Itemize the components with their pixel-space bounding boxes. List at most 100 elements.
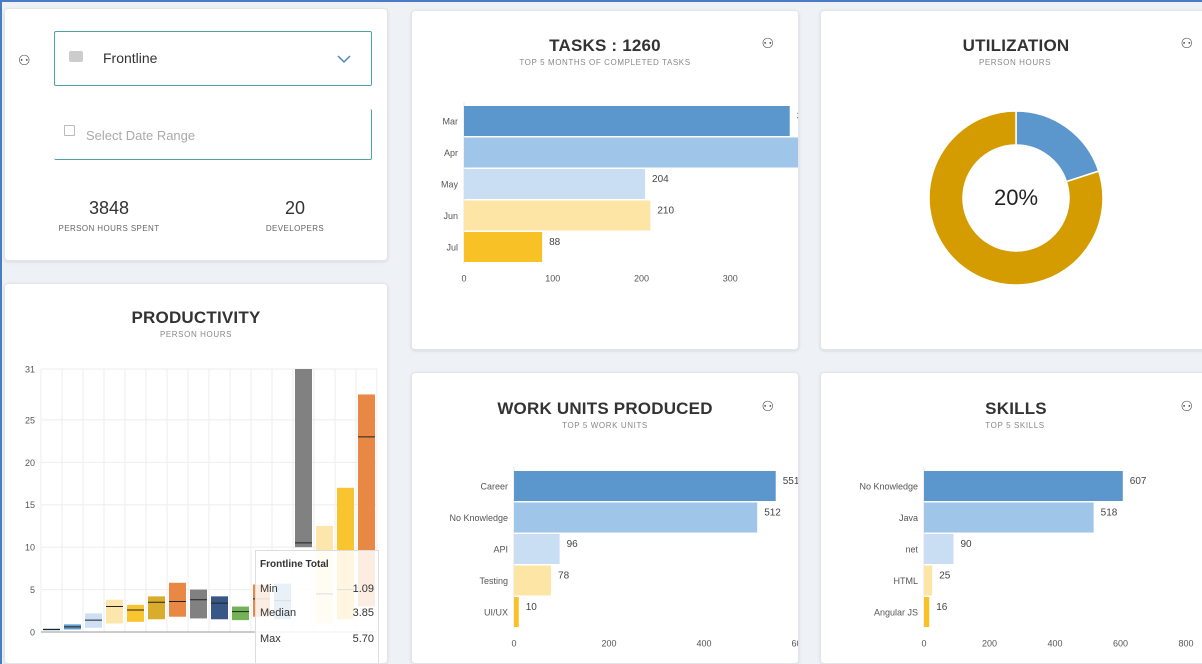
value-label: 367 — [797, 111, 799, 122]
value-label: 90 — [960, 539, 972, 550]
box — [169, 582, 186, 617]
box — [148, 596, 165, 620]
chevron-down-icon[interactable] — [337, 55, 351, 64]
briefcase-icon — [69, 51, 83, 62]
productivity-title: PRODUCTIVITY — [131, 308, 261, 327]
category-label: Testing — [479, 576, 508, 586]
tooltip-title: Frontline Total — [260, 559, 329, 570]
bar — [924, 597, 930, 627]
tasks-title: TASKS : 1260 — [549, 36, 661, 55]
bar — [464, 137, 798, 168]
category-label: No Knowledge — [449, 513, 508, 523]
value-label: 607 — [1130, 476, 1147, 487]
bar — [924, 471, 1123, 501]
utilization-title: UTILIZATION — [962, 36, 1070, 55]
team-select[interactable]: Frontline — [54, 31, 372, 86]
value-label: 88 — [549, 237, 561, 248]
filter-card: ⚇ Frontline Select Date Range 3848 PERSO… — [4, 8, 388, 261]
value-label: 96 — [567, 539, 579, 550]
tick-label: 15 — [25, 500, 35, 510]
work-units-title: WORK UNITS PRODUCED — [497, 399, 713, 418]
utilization-center-label: 20% — [993, 185, 1039, 210]
value-label: 10 — [526, 602, 538, 613]
date-range-input[interactable]: Select Date Range — [54, 109, 372, 160]
bar — [924, 502, 1094, 533]
pie-slice — [1015, 110, 1100, 183]
bar — [924, 534, 954, 564]
bar — [464, 232, 543, 262]
box — [295, 369, 312, 548]
tasks-bar-chart: Mar367Apr88May204Jun210Jul88010020030040… — [441, 102, 799, 284]
bar — [514, 597, 519, 627]
developers-value: 20 — [284, 198, 306, 218]
tick-label: 0 — [921, 639, 926, 649]
tick-label: 20 — [25, 458, 35, 468]
category-label: May — [441, 180, 459, 190]
value-label: 204 — [652, 174, 669, 185]
users-icon[interactable]: ⚇ — [1180, 35, 1193, 52]
developers-label: DEVELOPERS — [265, 224, 325, 233]
tick-label: 0 — [511, 639, 516, 649]
calendar-icon — [64, 125, 75, 136]
category-label: No Knowledge — [859, 482, 918, 492]
tick-label: 400 — [696, 639, 711, 649]
category-label: HTML — [894, 576, 919, 586]
tick-label: 600 — [1113, 639, 1128, 649]
tooltip-row-value: 5.70 — [352, 633, 374, 645]
value-label: 210 — [657, 206, 674, 217]
hours-spent-value: 3848 — [88, 198, 130, 218]
category-label: Jun — [443, 211, 458, 221]
users-icon[interactable]: ⚇ — [1180, 398, 1193, 415]
value-label: 551 — [783, 476, 799, 487]
date-range-placeholder: Select Date Range — [86, 128, 196, 143]
category-label: Apr — [444, 148, 458, 158]
tick-label: 600 — [791, 639, 799, 649]
box — [127, 604, 144, 622]
bar — [464, 169, 646, 199]
category-label: Jul — [446, 243, 458, 253]
tick-label: 0 — [30, 628, 35, 638]
productivity-tooltip: Frontline Total Min 1.09 Median 3.85 Max… — [255, 550, 379, 663]
bar — [514, 565, 552, 596]
tooltip-row: Max 5.70 — [260, 633, 374, 645]
work-units-card: WORK UNITS PRODUCED TOP 5 WORK UNITS ⚇ C… — [411, 372, 799, 664]
tooltip-row: Min 1.09 — [260, 583, 374, 595]
category-label: net — [905, 545, 918, 555]
users-icon[interactable]: ⚇ — [761, 398, 774, 415]
category-label: Career — [480, 482, 508, 492]
category-label: Java — [899, 513, 918, 523]
tooltip-row-label: Min — [260, 583, 278, 595]
tick-label: 200 — [601, 639, 616, 649]
bar — [464, 200, 651, 231]
box — [106, 599, 123, 624]
users-icon[interactable]: ⚇ — [18, 52, 31, 69]
tick-label: 300 — [723, 274, 738, 284]
tick-label: 31 — [25, 365, 35, 375]
category-label: API — [493, 545, 508, 555]
tooltip-row-value: 1.09 — [352, 583, 374, 595]
category-label: Mar — [443, 117, 459, 127]
work-units-bar-chart: Career 551 No Knowledge 512 API 96 Testing 78 UI… — [449, 467, 799, 649]
utilization-card: UTILIZATION PERSON HOURS ⚇ 20% — [820, 10, 1202, 350]
bar — [464, 106, 790, 136]
tooltip-row-label: Median — [260, 607, 297, 619]
tooltip-row-value: 3.85 — [352, 607, 374, 619]
tick-label: 200 — [982, 639, 997, 649]
bar — [514, 471, 776, 501]
users-icon[interactable]: ⚇ — [761, 35, 774, 52]
box — [232, 606, 249, 621]
value-label: 78 — [558, 571, 570, 582]
team-select-value: Frontline — [103, 50, 158, 66]
skills-bar-chart: No Knowledge 607 Java 518 net 90 HTML 25 Angular… — [859, 467, 1194, 649]
tick-label: 400 — [1047, 639, 1062, 649]
tooltip-row: Median 3.85 — [260, 607, 374, 619]
tick-label: 25 — [25, 415, 35, 425]
hours-spent-label: PERSON HOURS SPENT — [58, 224, 160, 233]
box — [190, 589, 207, 619]
tasks-card: TASKS : 1260 TOP 5 MONTHS OF COMPLETED T… — [411, 10, 799, 350]
tooltip-row-label: Max — [260, 633, 281, 645]
value-label: 25 — [939, 571, 951, 582]
bar — [514, 534, 560, 564]
tick-label: 10 — [25, 543, 35, 553]
category-label: UI/UX — [484, 608, 508, 618]
